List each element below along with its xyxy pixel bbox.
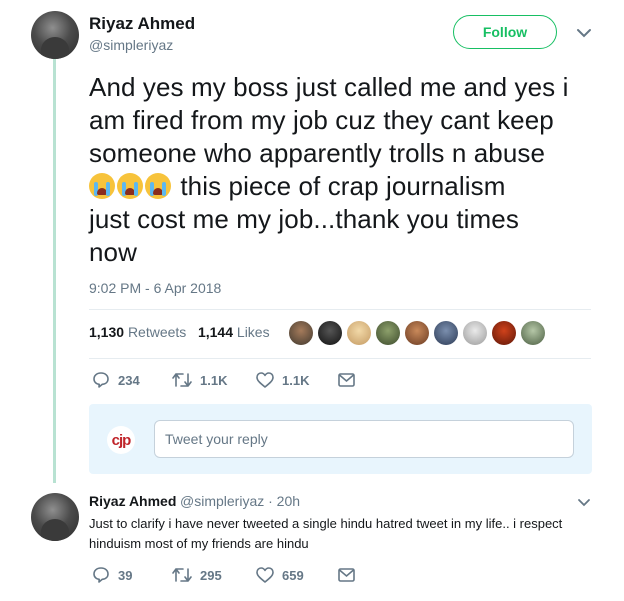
reply-avatar[interactable] [31, 493, 79, 541]
retweets-count[interactable]: 1,130 [89, 324, 124, 340]
reply-count: 39 [118, 567, 133, 583]
tweet-text-line: this piece of crap journalism [89, 170, 599, 203]
liker-avatar[interactable] [492, 321, 516, 345]
liker-avatar[interactable] [347, 321, 371, 345]
heart-icon [256, 567, 274, 583]
divider [89, 309, 591, 310]
like-button[interactable]: 659 [256, 567, 338, 583]
liker-avatar[interactable] [289, 321, 313, 345]
author-handle[interactable]: @simpleriyaz [89, 37, 173, 53]
author-name[interactable]: Riyaz Ahmed [89, 14, 195, 34]
liker-avatar[interactable] [463, 321, 487, 345]
envelope-icon [338, 568, 355, 582]
reply-button[interactable]: 39 [92, 566, 172, 584]
chevron-down-icon[interactable] [577, 498, 591, 507]
tweet-text-line: just cost me my job...thank you times [89, 204, 519, 234]
retweet-icon [172, 568, 192, 582]
divider [89, 358, 591, 359]
reply-input[interactable] [154, 420, 574, 458]
tweet-text: And yes my boss just called me and yes i… [89, 71, 599, 269]
like-count: 1.1K [282, 372, 310, 388]
liker-avatar[interactable] [376, 321, 400, 345]
direct-message-button[interactable] [338, 568, 355, 582]
retweet-icon [172, 373, 192, 387]
tweet-actions: 234 1.1K 1.1K [92, 371, 355, 389]
tweet-text-line: now [89, 237, 137, 267]
retweet-button[interactable]: 1.1K [172, 372, 256, 388]
reply-tweet-text: Just to clarify i have never tweeted a s… [89, 516, 563, 551]
tweet-text-fragment: this piece of crap journalism [173, 171, 506, 201]
follow-button[interactable]: Follow [453, 15, 557, 49]
reply-author-name[interactable]: Riyaz Ahmed [89, 493, 176, 509]
envelope-icon [338, 373, 355, 387]
reply-author-handle-time[interactable]: @simpleriyaz · 20h [180, 493, 300, 509]
likes-label[interactable]: Likes [237, 324, 270, 340]
reply-composer: cjp [89, 404, 592, 474]
like-button[interactable]: 1.1K [256, 372, 338, 388]
crying-face-icon [145, 173, 171, 199]
thread-line [53, 58, 56, 483]
crying-face-icon [89, 173, 115, 199]
retweet-count: 1.1K [200, 372, 228, 388]
chevron-down-icon[interactable] [576, 28, 592, 38]
tweet-text-line: And yes my boss just called me and yes i [89, 72, 569, 102]
reply-count: 234 [118, 372, 140, 388]
reply-icon [93, 567, 109, 583]
liker-avatar[interactable] [405, 321, 429, 345]
engagement-stats: 1,130 Retweets 1,144 Likes [89, 324, 270, 340]
liker-avatar[interactable] [521, 321, 545, 345]
like-count: 659 [282, 567, 304, 583]
avatar[interactable] [31, 11, 79, 59]
direct-message-button[interactable] [338, 373, 355, 387]
retweet-count: 295 [200, 567, 222, 583]
reply-actions: 39 295 659 [92, 566, 355, 584]
likes-count[interactable]: 1,144 [198, 324, 233, 340]
user-avatar: cjp [107, 426, 135, 454]
tweet-text-line: am fired from my job cuz they cant keep [89, 105, 554, 135]
liker-avatar[interactable] [434, 321, 458, 345]
reply-button[interactable]: 234 [92, 371, 172, 389]
reply-icon [93, 372, 109, 388]
crying-face-icon [117, 173, 143, 199]
retweets-label[interactable]: Retweets [128, 324, 186, 340]
tweet-timestamp[interactable]: 9:02 PM - 6 Apr 2018 [89, 280, 221, 296]
liker-avatars [289, 321, 545, 345]
retweet-button[interactable]: 295 [172, 567, 256, 583]
heart-icon [256, 372, 274, 388]
liker-avatar[interactable] [318, 321, 342, 345]
tweet-text-line: someone who apparently trolls n abuse [89, 138, 546, 168]
